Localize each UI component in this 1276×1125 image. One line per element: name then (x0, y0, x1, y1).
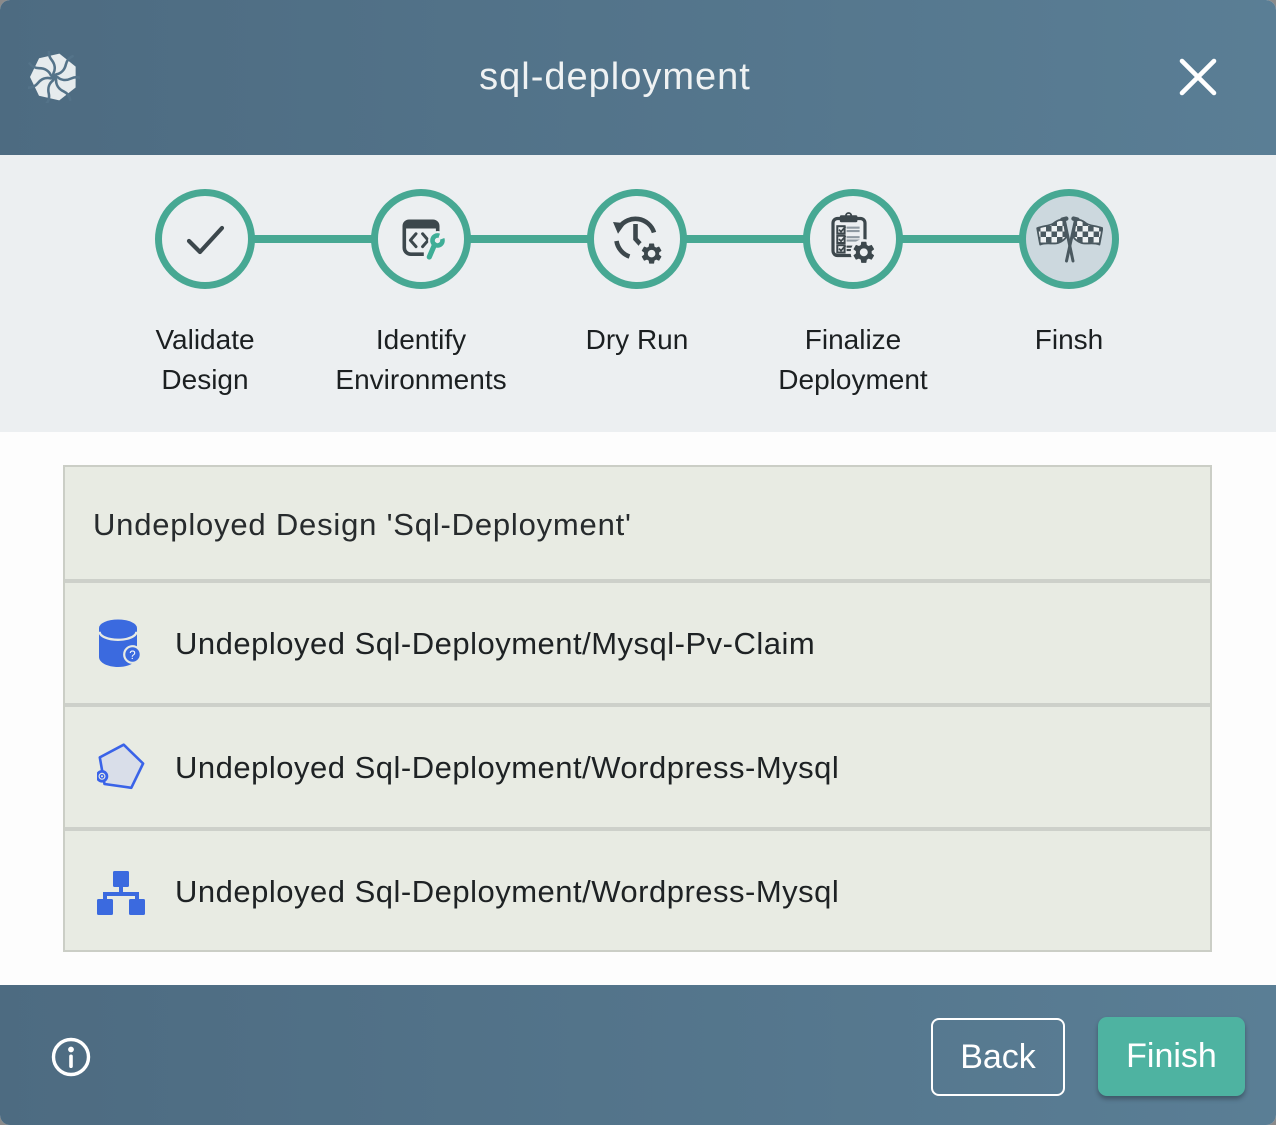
svg-text:?: ? (129, 650, 135, 662)
